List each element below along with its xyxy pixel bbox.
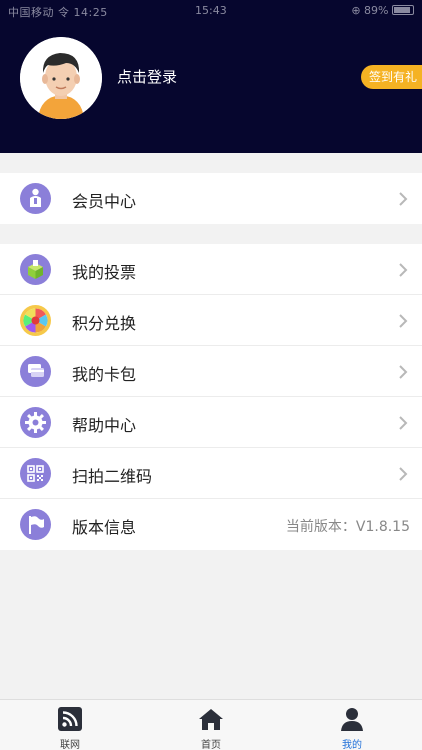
menu-label: 版本信息	[72, 518, 137, 537]
member-icon	[20, 183, 51, 214]
menu-item-points-exchange[interactable]: 积分兑换	[0, 295, 422, 346]
tab-label: 我的	[342, 740, 362, 750]
avatar[interactable]	[20, 37, 102, 119]
qr-code-icon	[20, 458, 51, 489]
gear-icon	[20, 407, 51, 438]
signin-reward-button[interactable]: 签到有礼	[361, 65, 422, 89]
menu-item-scan-qr[interactable]: 扫拍二维码	[0, 448, 422, 499]
rss-icon	[58, 707, 82, 731]
menu-item-my-votes[interactable]: 我的投票	[0, 244, 422, 295]
card-wallet-icon	[20, 356, 51, 387]
battery-percent: ⊕ 89%	[351, 4, 389, 17]
chevron-right-icon	[399, 192, 408, 206]
tab-network[interactable]: 联网	[0, 700, 140, 750]
flag-icon	[20, 509, 51, 540]
chevron-right-icon	[399, 263, 408, 277]
chevron-right-icon	[399, 314, 408, 328]
status-carrier: 中国移动 令 14:25	[8, 6, 108, 19]
ballot-box-icon	[20, 254, 51, 285]
chevron-right-icon	[399, 365, 408, 379]
menu-label: 我的卡包	[72, 365, 137, 384]
menu-label: 积分兑换	[72, 314, 137, 333]
home-icon	[199, 709, 223, 730]
menu-group-main: 我的投票 积分兑换 我的卡包 帮助中心 扫拍二维码 版本信息 当前版本：V1.8…	[0, 244, 422, 550]
menu-label: 扫拍二维码	[72, 467, 153, 486]
profile-header: 中国移动 令 14:25 15:43 ⊕ 89% 点击登录 签到有礼	[0, 0, 422, 153]
user-icon	[341, 708, 363, 731]
avatar-icon	[20, 37, 102, 119]
battery-icon	[392, 5, 414, 15]
menu-label: 会员中心	[72, 192, 137, 211]
menu-group-member: 会员中心	[0, 173, 422, 224]
menu-item-help-center[interactable]: 帮助中心	[0, 397, 422, 448]
status-battery: ⊕ 89%	[351, 4, 414, 17]
chevron-right-icon	[399, 416, 408, 430]
menu-item-member-center[interactable]: 会员中心	[0, 173, 422, 224]
version-value: 当前版本：V1.8.15	[285, 519, 410, 535]
menu-item-version-info[interactable]: 版本信息 当前版本：V1.8.15	[0, 499, 422, 550]
menu-label: 帮助中心	[72, 416, 137, 435]
tab-label: 首页	[201, 740, 221, 750]
status-bar: 中国移动 令 14:25 15:43 ⊕ 89%	[0, 0, 422, 20]
chevron-right-icon	[399, 467, 408, 481]
status-time: 15:43	[195, 4, 227, 17]
prize-wheel-icon	[20, 305, 51, 336]
tab-label: 联网	[60, 740, 80, 750]
login-link[interactable]: 点击登录	[117, 66, 177, 87]
menu-item-my-cards[interactable]: 我的卡包	[0, 346, 422, 397]
menu-label: 我的投票	[72, 263, 137, 282]
tab-mine[interactable]: 我的	[282, 700, 422, 750]
tab-bar: 联网 首页 我的	[0, 699, 422, 750]
tab-home[interactable]: 首页	[141, 700, 281, 750]
